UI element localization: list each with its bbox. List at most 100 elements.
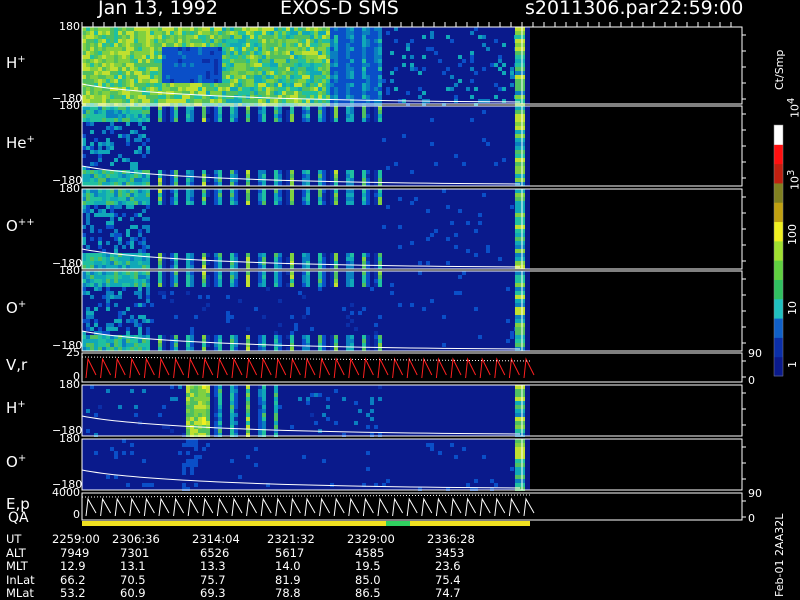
heatmap-cell [466, 249, 470, 253]
heatmap-cell [174, 43, 178, 47]
heatmap-cell [274, 118, 278, 122]
heatmap-cell [266, 75, 270, 79]
heatmap-cell [94, 110, 98, 114]
heatmap-cell [258, 99, 262, 103]
heatmap-cell [138, 283, 142, 287]
heatmap-cell [410, 39, 414, 43]
heatmap-cell [146, 51, 150, 55]
heatmap-cell [302, 339, 306, 343]
heatmap-cell [250, 43, 254, 47]
heatmap-cell [218, 39, 222, 43]
heatmap-cell [114, 174, 118, 178]
heatmap-cell [214, 43, 218, 47]
heatmap-cell [274, 67, 278, 71]
heatmap-cell [274, 63, 278, 67]
heatmap-cell [122, 283, 126, 287]
heatmap-cell [442, 189, 446, 193]
heatmap-cell [102, 295, 106, 299]
heatmap-cell [98, 27, 102, 31]
heatmap-cell [290, 170, 294, 174]
heatmap-cell [142, 118, 146, 122]
heatmap-cell [122, 134, 126, 138]
heatmap-cell [170, 193, 174, 197]
heatmap-cell [82, 110, 86, 114]
heatmap-cell [114, 158, 118, 162]
heatmap-cell [90, 95, 94, 99]
heatmap-cell [202, 409, 206, 413]
heatmap-cell [286, 253, 290, 257]
heatmap-cell [246, 283, 250, 287]
heatmap-cell [234, 283, 238, 287]
heatmap-cell [358, 79, 362, 83]
heatmap-cell [226, 55, 230, 59]
heatmap-cell [326, 47, 330, 51]
heatmap-cell [206, 47, 210, 51]
heatmap-cell [515, 447, 525, 451]
heatmap-cell [350, 279, 354, 283]
heatmap-cell [122, 75, 126, 79]
heatmap-cell [306, 59, 310, 63]
heatmap-cell [282, 63, 286, 67]
heatmap-cell [246, 106, 250, 110]
heatmap-cell [330, 59, 334, 63]
heatmap-cell [94, 189, 98, 193]
heatmap-cell [294, 31, 298, 35]
heatmap-cell [294, 170, 298, 174]
heatmap-cell [290, 39, 294, 43]
heatmap-cell [370, 99, 374, 103]
heatmap-cell [178, 71, 182, 75]
heatmap-cell [190, 335, 194, 339]
heatmap-cell [302, 257, 306, 261]
heatmap-cell [206, 83, 210, 87]
heatmap-cell [318, 265, 322, 269]
heatmap-cell [198, 67, 202, 71]
heatmap-cell [274, 91, 278, 95]
heatmap-cell [278, 339, 282, 343]
heatmap-cell [330, 35, 334, 39]
heatmap-cell [82, 67, 86, 71]
heatmap-cell [478, 335, 482, 339]
heatmap-cell [130, 63, 134, 67]
heatmap-cell [142, 83, 146, 87]
heatmap-cell [266, 63, 270, 67]
heatmap-cell [170, 385, 174, 389]
heatmap-cell [146, 257, 150, 261]
heatmap-cell [154, 83, 158, 87]
heatmap-cell [122, 106, 126, 110]
heatmap-cell [186, 59, 190, 63]
heatmap-cell [258, 401, 262, 405]
heatmap-cell [218, 401, 222, 405]
heatmap-cell [506, 339, 510, 343]
heatmap-cell [170, 201, 174, 205]
heatmap-cell [190, 51, 194, 55]
heatmap-cell [162, 170, 166, 174]
heatmap-cell [162, 55, 166, 59]
heatmap-cell [186, 279, 190, 283]
table-cell: 81.9 [275, 572, 301, 587]
heatmap-cell [362, 95, 366, 99]
heatmap-cell [102, 174, 106, 178]
heatmap-cell [350, 311, 354, 315]
colorbar-segment [774, 279, 783, 300]
heatmap-cell [250, 51, 254, 55]
heatmap-cell [90, 142, 94, 146]
heatmap-cell [390, 283, 394, 287]
heatmap-cell [306, 283, 310, 287]
heatmap-cell [138, 150, 142, 154]
heatmap-cell [274, 114, 278, 118]
heatmap-cell [90, 67, 94, 71]
heatmap-cell [346, 347, 350, 351]
heatmap-cell [122, 55, 126, 59]
heatmap-cell [106, 67, 110, 71]
heatmap-cell [270, 63, 274, 67]
heatmap-cell [118, 237, 122, 241]
heatmap-cell [310, 39, 314, 43]
heatmap-cell [515, 229, 525, 233]
heatmap-cell [314, 87, 318, 91]
heatmap-cell [202, 55, 206, 59]
heatmap-cell [190, 413, 194, 417]
heatmap-cell [174, 201, 178, 205]
heatmap-cell [90, 130, 94, 134]
heatmap-cell [302, 31, 306, 35]
heatmap-cell [90, 257, 94, 261]
